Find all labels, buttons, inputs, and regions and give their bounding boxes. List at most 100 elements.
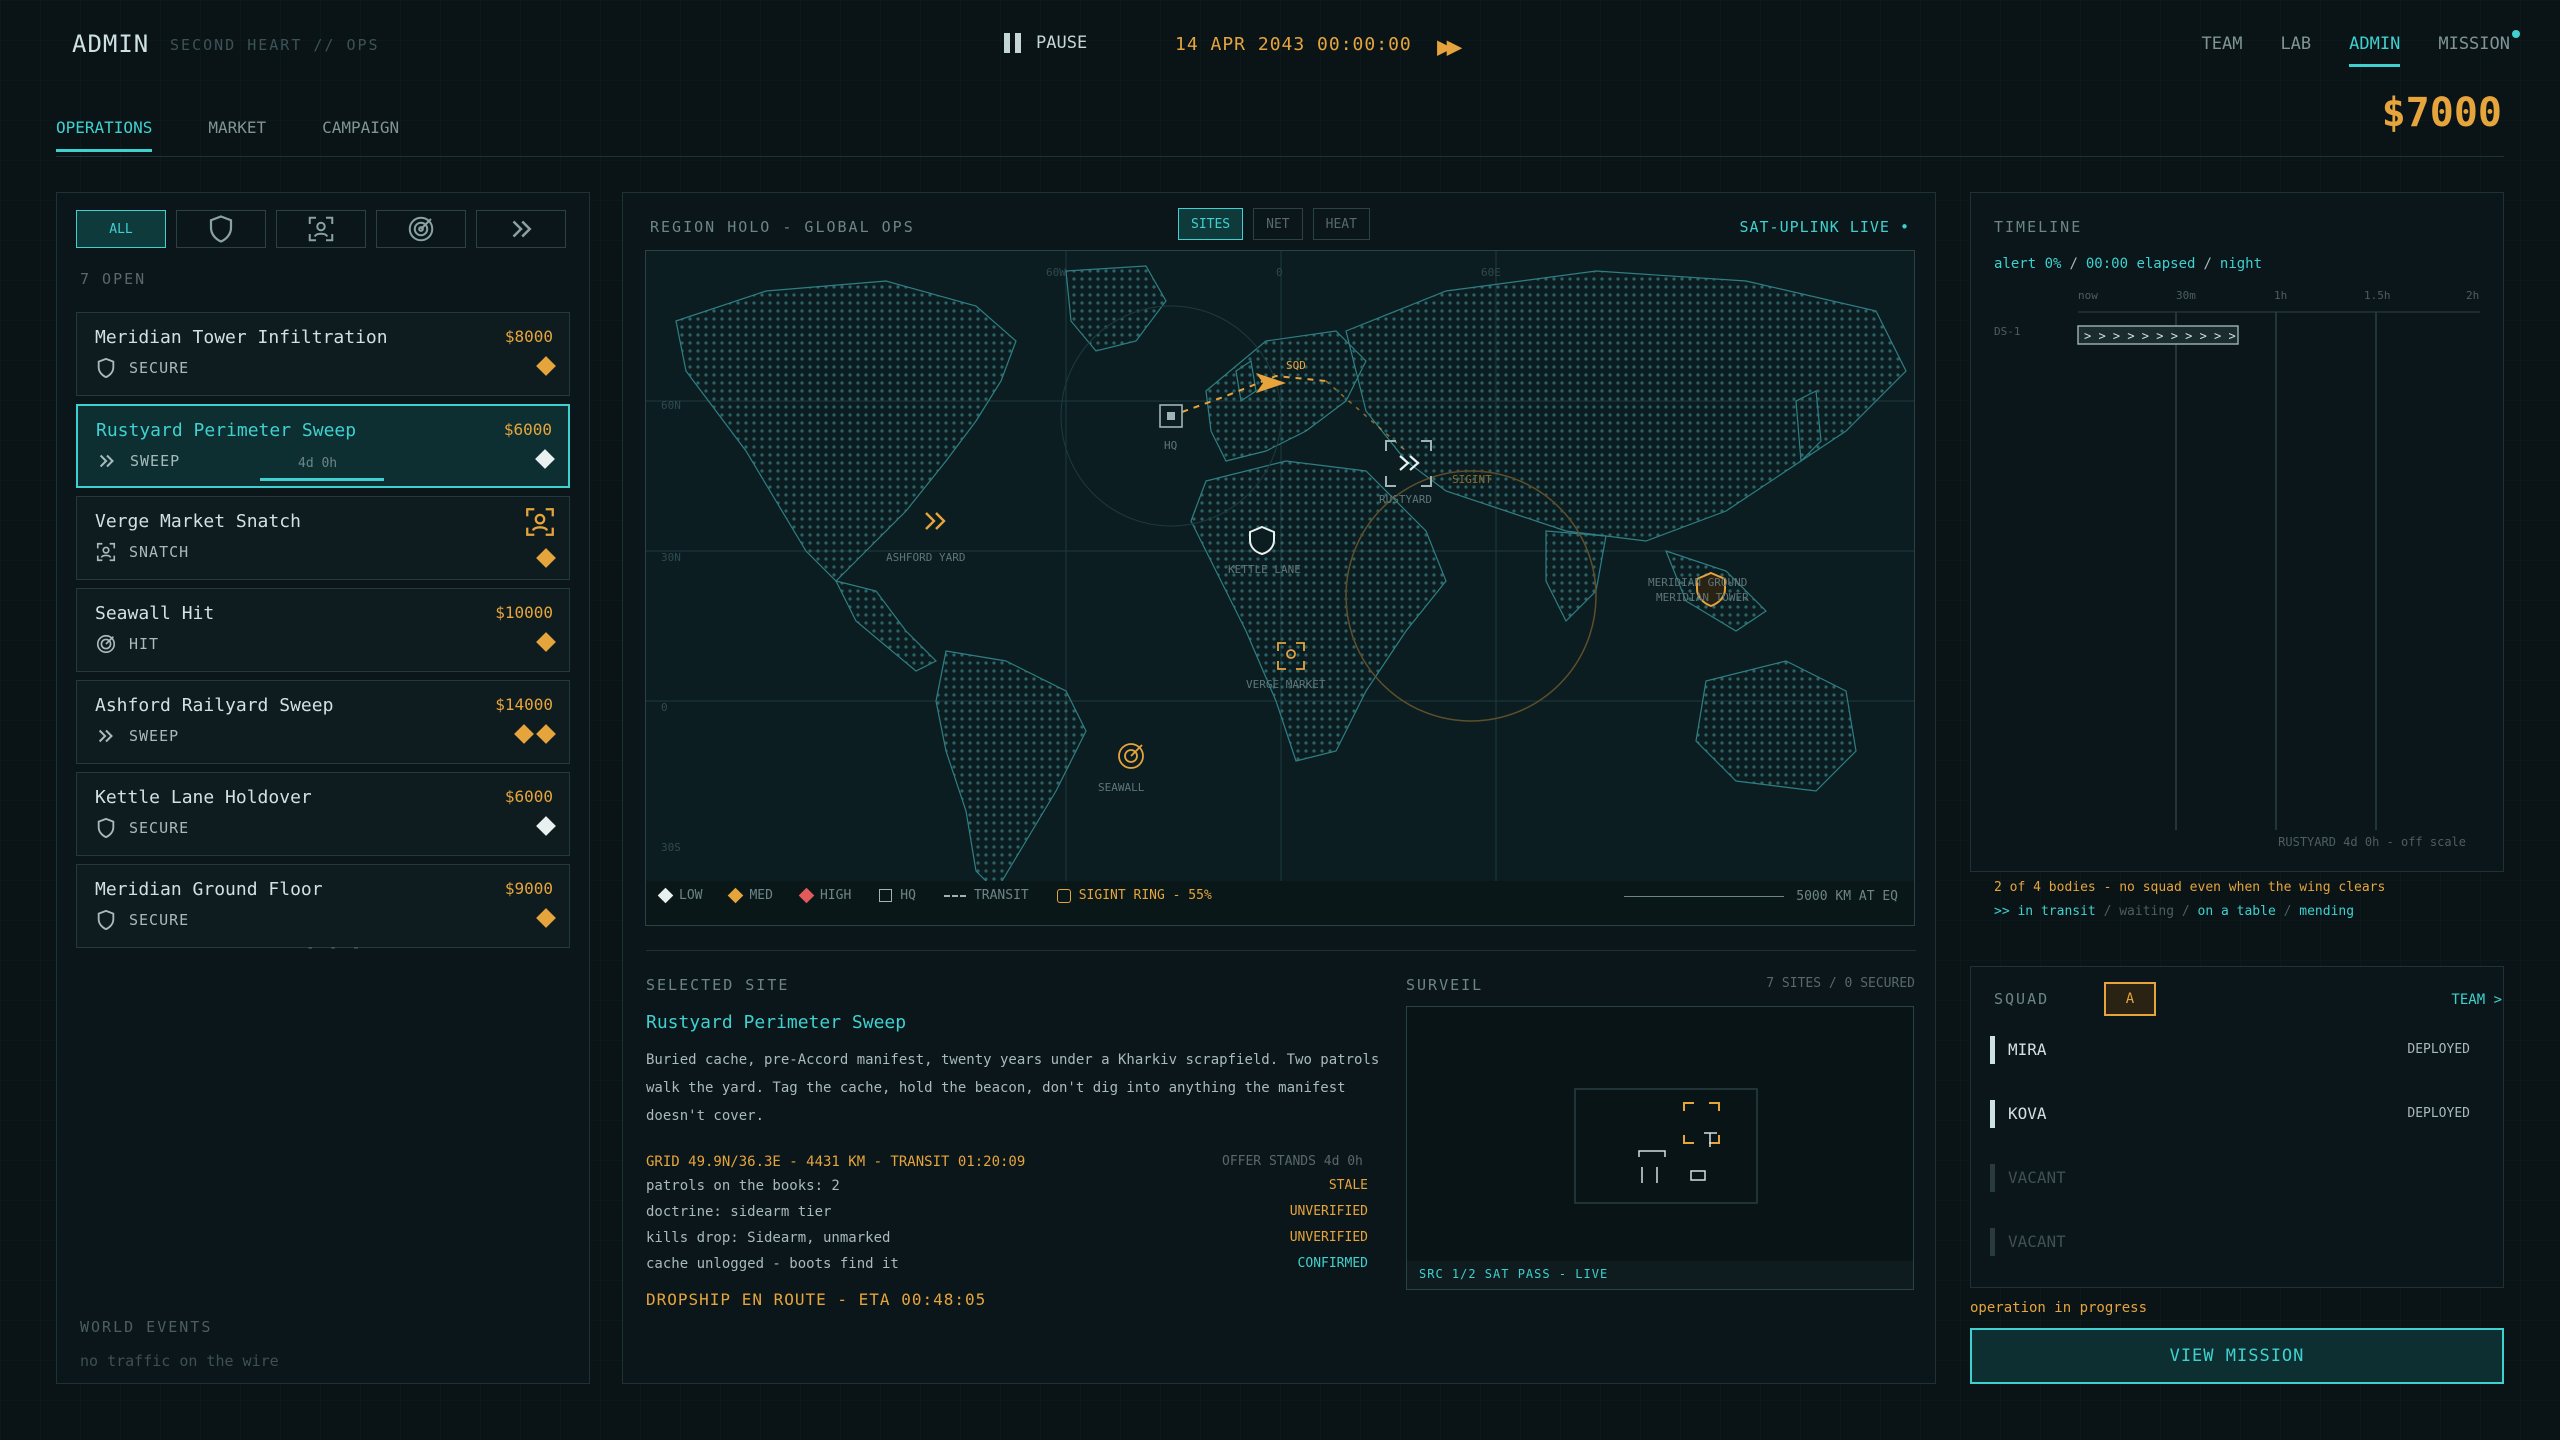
crosshair-icon [95, 633, 117, 655]
filter-sweep[interactable] [476, 210, 566, 248]
operation-item[interactable]: Rustyard Perimeter Sweep $6000 SWEEP 4d … [76, 404, 570, 488]
squad-label: SQUAD [1994, 990, 2050, 1008]
operation-reward: $14000 [495, 695, 553, 714]
squad-member[interactable]: MIRA DEPLOYED [1990, 1036, 2470, 1066]
operation-item[interactable]: Meridian Tower Infiltration $8000 SECURE [76, 312, 570, 396]
ashford-marker-icon[interactable] [925, 512, 946, 530]
operation-type-label: HIT [129, 635, 160, 653]
squad-chip-a[interactable]: A [2104, 982, 2156, 1016]
nav-admin[interactable]: ADMIN [2349, 34, 2401, 67]
squad-slot-vacant[interactable]: VACANT [1990, 1164, 2470, 1194]
legend-transit: TRANSIT [943, 888, 1029, 903]
operation-item[interactable]: Kettle Lane Holdover $6000 SECURE [76, 772, 570, 856]
legend-med: MED [728, 887, 773, 904]
tick-30m: 30m [2176, 289, 2196, 302]
label-kettle: KETTLE LANE [1228, 563, 1301, 576]
difficulty-med-icon [536, 632, 556, 652]
game-date: 14 APR 2043 00:00:00 [1175, 34, 1412, 55]
member-indicator [1990, 1036, 1995, 1064]
offer-timer: OFFER STANDS 4d 0h [1222, 1154, 1363, 1169]
legend-low: LOW [657, 887, 703, 904]
operation-name: Seawall Hit [95, 603, 215, 624]
operation-reward: $6000 [504, 787, 553, 806]
chevrons-icon [95, 725, 117, 747]
intel-status: UNVERIFIED [1289, 1230, 1368, 1245]
view-mission-button[interactable]: VIEW MISSION [1970, 1328, 2504, 1384]
chevrons-icon [512, 220, 532, 238]
operation-type: SECURE [95, 909, 189, 931]
surveil-count: 7 SITES / 0 SECURED [1766, 976, 1915, 991]
legend-hq: HQ [879, 888, 916, 903]
tab-operations[interactable]: OPERATIONS [56, 118, 153, 152]
kettle-marker-icon[interactable] [1249, 525, 1275, 556]
operation-name: Rustyard Perimeter Sweep [96, 420, 357, 441]
mode-net[interactable]: NET [1253, 208, 1303, 240]
filter-hit[interactable] [376, 210, 466, 248]
section-tabs: OPERATIONS MARKET CAMPAIGN [56, 118, 399, 152]
operation-reward: $9000 [504, 879, 553, 898]
difficulty-med-icon [514, 724, 534, 744]
label-seawall: SEAWALL [1098, 781, 1145, 794]
world-map[interactable]: HQ SQD RUSTYARD SIGINT KETTLE LANE ASHFO… [645, 250, 1915, 926]
filter-secure[interactable] [176, 210, 266, 248]
chevrons-icon [96, 450, 118, 472]
intel-row: doctrine: sidearm tier UNVERIFIED [646, 1204, 1368, 1230]
label-sigint: SIGINT [1452, 473, 1492, 486]
seawall-marker-icon[interactable] [1118, 743, 1144, 769]
legend-low-label: LOW [679, 888, 703, 903]
difficulty-low-icon [535, 449, 555, 469]
pause-button[interactable]: PAUSE [1004, 33, 1087, 53]
tick-1-5h: 1.5h [2364, 289, 2391, 302]
mode-heat[interactable]: HEAT [1312, 208, 1370, 240]
label-meridian-tower: MERIDIAN TOWER [1656, 591, 1749, 604]
squad-member[interactable]: KOVA DEPLOYED [1990, 1100, 2470, 1130]
intel-status: CONFIRMED [1297, 1256, 1368, 1271]
day-phase: night [2219, 256, 2263, 272]
world-events-text: no traffic on the wire [80, 1352, 279, 1370]
nav-mission[interactable]: MISSION [2438, 30, 2520, 67]
timeline-status: alert 0%/00:00 elapsed / night [1994, 256, 2263, 272]
member-indicator [1990, 1100, 1995, 1128]
squad-slot-vacant[interactable]: VACANT [1990, 1228, 2470, 1258]
nav-lab[interactable]: LAB [2280, 34, 2311, 67]
nav-team[interactable]: TEAM [2201, 34, 2242, 67]
map-legend: LOW MED HIGH HQ TRANSIT SIGINT RING - 55… [657, 887, 1212, 904]
operation-difficulty [535, 449, 555, 469]
filter-all[interactable]: ALL [76, 210, 166, 248]
more-indicator: - - - [306, 940, 364, 956]
member-indicator [1990, 1164, 1995, 1192]
intel-text: doctrine: sidearm tier [646, 1204, 832, 1220]
operation-difficulty [536, 548, 556, 568]
label-lon60w: 60W [1046, 266, 1066, 279]
tab-campaign[interactable]: CAMPAIGN [322, 118, 399, 152]
operation-item[interactable]: Meridian Ground Floor $9000 SECURE [76, 864, 570, 948]
mode-sites[interactable]: SITES [1178, 208, 1244, 240]
fast-forward-icon[interactable]: ▶▶ [1437, 32, 1462, 62]
label-lat30s: 30S [661, 841, 681, 854]
pause-label: PAUSE [1036, 33, 1088, 53]
high-diamond-icon [798, 887, 815, 904]
low-diamond-icon [657, 887, 674, 904]
hq-marker-icon[interactable] [1159, 404, 1183, 428]
world-events-title: WORLD EVENTS [80, 1318, 213, 1336]
operation-difficulty [536, 356, 556, 376]
tab-market[interactable]: MARKET [208, 118, 266, 152]
intel-status: UNVERIFIED [1289, 1204, 1368, 1219]
operation-type-label: SECURE [129, 911, 190, 929]
timeline-note: 2 of 4 bodies - no squad even when the w… [1994, 880, 2386, 895]
surveil-feed[interactable]: SRC 1/2 SAT PASS - LIVE [1406, 1006, 1914, 1290]
legend-mending: mending [2299, 904, 2355, 919]
transit-dash-icon [943, 894, 966, 897]
filter-snatch[interactable] [276, 210, 366, 248]
operation-type-label: SNATCH [129, 543, 190, 561]
label-sqd: SQD [1286, 359, 1306, 372]
operation-item[interactable]: Verge Market Snatch SNATCH [76, 496, 570, 580]
sigint-ring-icon [1056, 888, 1071, 903]
legend-in-transit: >> in transit [1994, 904, 2096, 919]
operation-item[interactable]: Ashford Railyard Sweep $14000 SWEEP [76, 680, 570, 764]
operation-reward: $6000 [503, 420, 552, 439]
team-link[interactable]: TEAM > [2451, 992, 2502, 1008]
operation-item[interactable]: Seawall Hit $10000 HIT [76, 588, 570, 672]
operation-name: Ashford Railyard Sweep [95, 695, 334, 716]
operation-type-label: SECURE [129, 359, 190, 377]
